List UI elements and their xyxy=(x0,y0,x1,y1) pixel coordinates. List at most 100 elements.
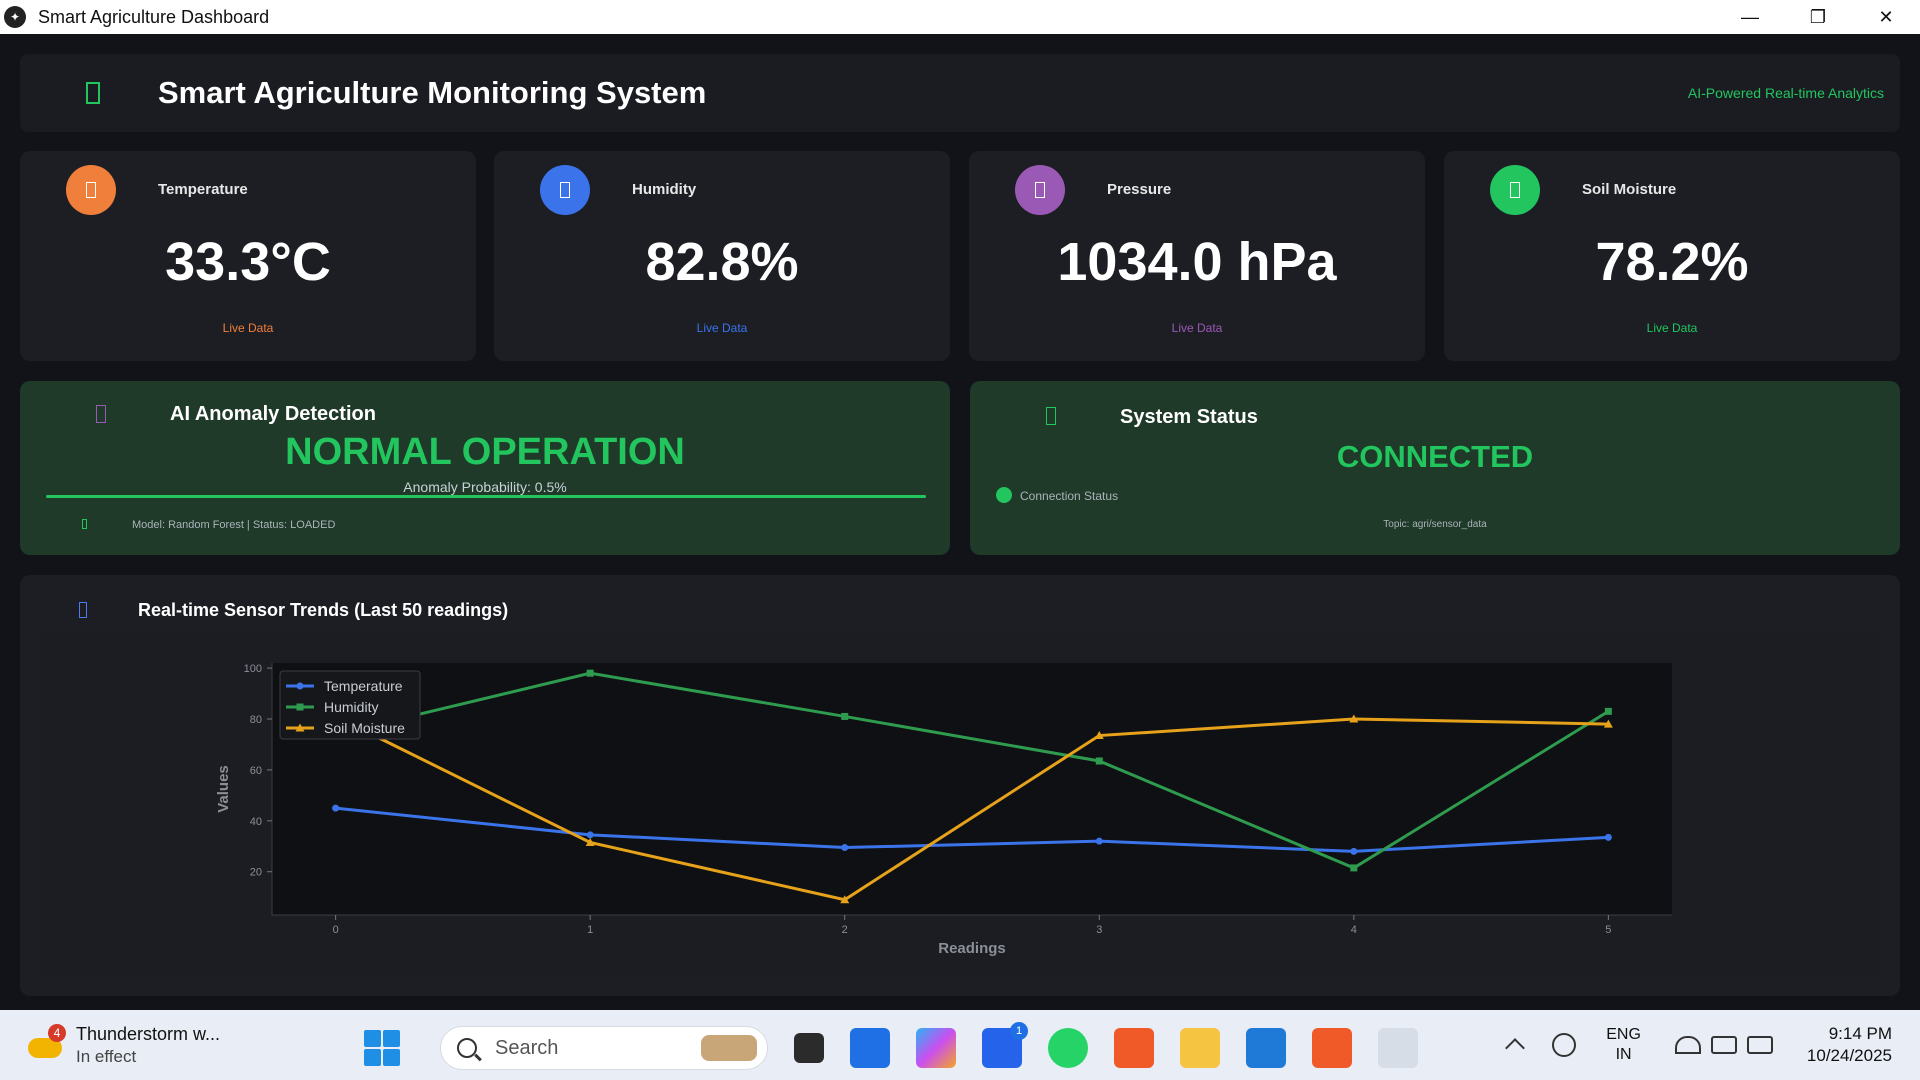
data-point xyxy=(586,831,594,839)
taskbar: 4 Thunderstorm w... In effect Search 1 E… xyxy=(0,1010,1920,1080)
python-app-icon[interactable] xyxy=(1378,1028,1418,1068)
wifi-icon[interactable] xyxy=(1674,1036,1701,1054)
legend-label: Soil Moisture xyxy=(324,720,405,736)
x-tick-label: 0 xyxy=(333,924,339,936)
page-title: Smart Agriculture Monitoring System xyxy=(158,75,707,110)
card-label: Humidity xyxy=(632,181,697,198)
x-tick-label: 5 xyxy=(1605,924,1611,936)
data-point xyxy=(1604,833,1612,841)
windows-start-icon[interactable] xyxy=(364,1030,400,1066)
card-label: Temperature xyxy=(158,181,248,198)
brave-browser-icon[interactable] xyxy=(1114,1028,1154,1068)
live-indicator: Live Data xyxy=(222,321,274,335)
y-tick-label: 20 xyxy=(250,867,262,879)
anomaly-progress-bar xyxy=(46,495,926,498)
live-indicator: Live Data xyxy=(696,321,748,335)
copilot-icon[interactable] xyxy=(916,1028,956,1068)
chevron-up-icon[interactable] xyxy=(1505,1038,1526,1058)
taskbar-search[interactable]: Search xyxy=(440,1026,768,1070)
droplet-icon xyxy=(540,165,590,215)
todo-icon[interactable]: 1 xyxy=(982,1022,1028,1068)
volume-icon[interactable] xyxy=(1710,1036,1737,1054)
system-title: System Status xyxy=(1120,406,1258,428)
weather-subtitle: In effect xyxy=(76,1047,137,1066)
x-tick-label: 3 xyxy=(1096,924,1102,936)
window-controls: — ❐ ✕ xyxy=(1716,0,1920,34)
language-indicator[interactable]: ENG IN xyxy=(1606,1025,1641,1065)
time: 9:14 PM xyxy=(1828,1024,1892,1043)
sensor-trends-panel: Real-time Sensor Trends (Last 50 reading… xyxy=(20,575,1900,996)
seedling-icon xyxy=(1490,165,1540,215)
signal-icon xyxy=(1046,407,1056,425)
search-icon xyxy=(457,1038,477,1058)
card-value: 78.2% xyxy=(1595,232,1749,292)
chart-container: 20 40 60 80 100 0 1 2 3 4 5 Readings Values Temperatu… xyxy=(40,631,1880,977)
x-tick-label: 4 xyxy=(1351,924,1357,936)
connection-state: CONNECTED xyxy=(1336,439,1534,474)
data-point xyxy=(1350,864,1358,872)
temperature-card: Temperature 33.3°C Live Data xyxy=(20,151,476,361)
live-indicator: Live Data xyxy=(1171,321,1223,335)
card-value: 33.3°C xyxy=(165,232,331,292)
system-tray: ENG IN 9:14 PM 10/24/2025 xyxy=(1505,1010,1920,1080)
y-tick-label: 60 xyxy=(250,765,262,777)
humidity-card: Humidity 82.8% Live Data xyxy=(494,151,950,361)
legend-label: Humidity xyxy=(324,699,378,715)
legend-marker xyxy=(296,682,304,690)
app-icon: ✦ xyxy=(4,6,26,28)
soil-moisture-card: Soil Moisture 78.2% Live Data xyxy=(1444,151,1900,361)
y-tick-label: 80 xyxy=(250,714,262,726)
network-globe-icon[interactable] xyxy=(1552,1033,1577,1057)
y-tick-label: 100 xyxy=(244,663,262,675)
x-tick-label: 2 xyxy=(842,924,848,936)
battery-icon[interactable] xyxy=(1746,1036,1773,1054)
live-indicator: Live Data xyxy=(1646,321,1698,335)
restore-button[interactable]: ❐ xyxy=(1784,0,1852,34)
card-label: Pressure xyxy=(1107,181,1172,198)
model-info: Model: Random Forest | Status: LOADED xyxy=(132,519,336,531)
data-point xyxy=(1095,837,1103,845)
thunderstorm-icon: 4 xyxy=(26,1024,66,1062)
thermometer-icon xyxy=(66,165,116,215)
card-value: 1034.0 hPa xyxy=(1057,232,1337,292)
minimize-button[interactable]: — xyxy=(1716,0,1784,34)
window-titlebar: ✦ Smart Agriculture Dashboard — ❐ ✕ xyxy=(0,0,1920,34)
mqtt-topic: Topic: agri/sensor_data xyxy=(1383,519,1487,530)
anomaly-panel: AI Anomaly Detection NORMAL OPERATION An… xyxy=(20,381,950,555)
card-label: Soil Moisture xyxy=(1582,181,1677,198)
clock[interactable]: 9:14 PM 10/24/2025 xyxy=(1807,1023,1892,1067)
x-tick-label: 1 xyxy=(587,924,593,936)
file-explorer-icon[interactable] xyxy=(1180,1028,1220,1068)
legend-label: Temperature xyxy=(324,678,403,694)
whatsapp-icon[interactable] xyxy=(1048,1028,1088,1068)
search-placeholder: Search xyxy=(495,1036,559,1059)
microsoft-store-icon[interactable] xyxy=(850,1028,890,1068)
weather-widget[interactable]: 4 Thunderstorm w... In effect xyxy=(26,1024,220,1067)
dashboard: Smart Agriculture Monitoring System AI-P… xyxy=(0,34,1920,1010)
robot-icon xyxy=(96,405,106,423)
task-view-icon[interactable] xyxy=(794,1033,824,1063)
data-point xyxy=(1350,847,1358,855)
y-tick-label: 40 xyxy=(250,816,262,828)
connection-label: Connection Status xyxy=(1020,489,1119,503)
page-subtitle: AI-Powered Real-time Analytics xyxy=(1687,85,1884,101)
date: 10/24/2025 xyxy=(1806,1046,1892,1065)
anomaly-title: AI Anomaly Detection xyxy=(170,403,376,425)
legend-marker xyxy=(296,703,304,711)
chart-icon xyxy=(79,602,87,618)
sensor-trend-chart: 20 40 60 80 100 0 1 2 3 4 5 Readings Values Temperatu… xyxy=(215,663,1672,957)
close-button[interactable]: ✕ xyxy=(1852,0,1920,34)
model-icon xyxy=(82,519,87,529)
gauge-icon xyxy=(1015,165,1065,215)
taskbar-apps: Search 1 xyxy=(364,1022,1418,1070)
card-value: 82.8% xyxy=(645,232,799,292)
data-point xyxy=(841,712,849,720)
vscode-icon[interactable] xyxy=(1246,1028,1286,1068)
anomaly-status: NORMAL OPERATION xyxy=(285,431,685,473)
connection-indicator xyxy=(996,487,1012,503)
dashboard-header: Smart Agriculture Monitoring System AI-P… xyxy=(20,54,1900,132)
data-point xyxy=(841,844,849,852)
leaf-icon xyxy=(86,82,100,104)
system-status-panel: System Status CONNECTED Connection Statu… xyxy=(970,381,1900,555)
brave-beta-icon[interactable] xyxy=(1312,1028,1352,1068)
